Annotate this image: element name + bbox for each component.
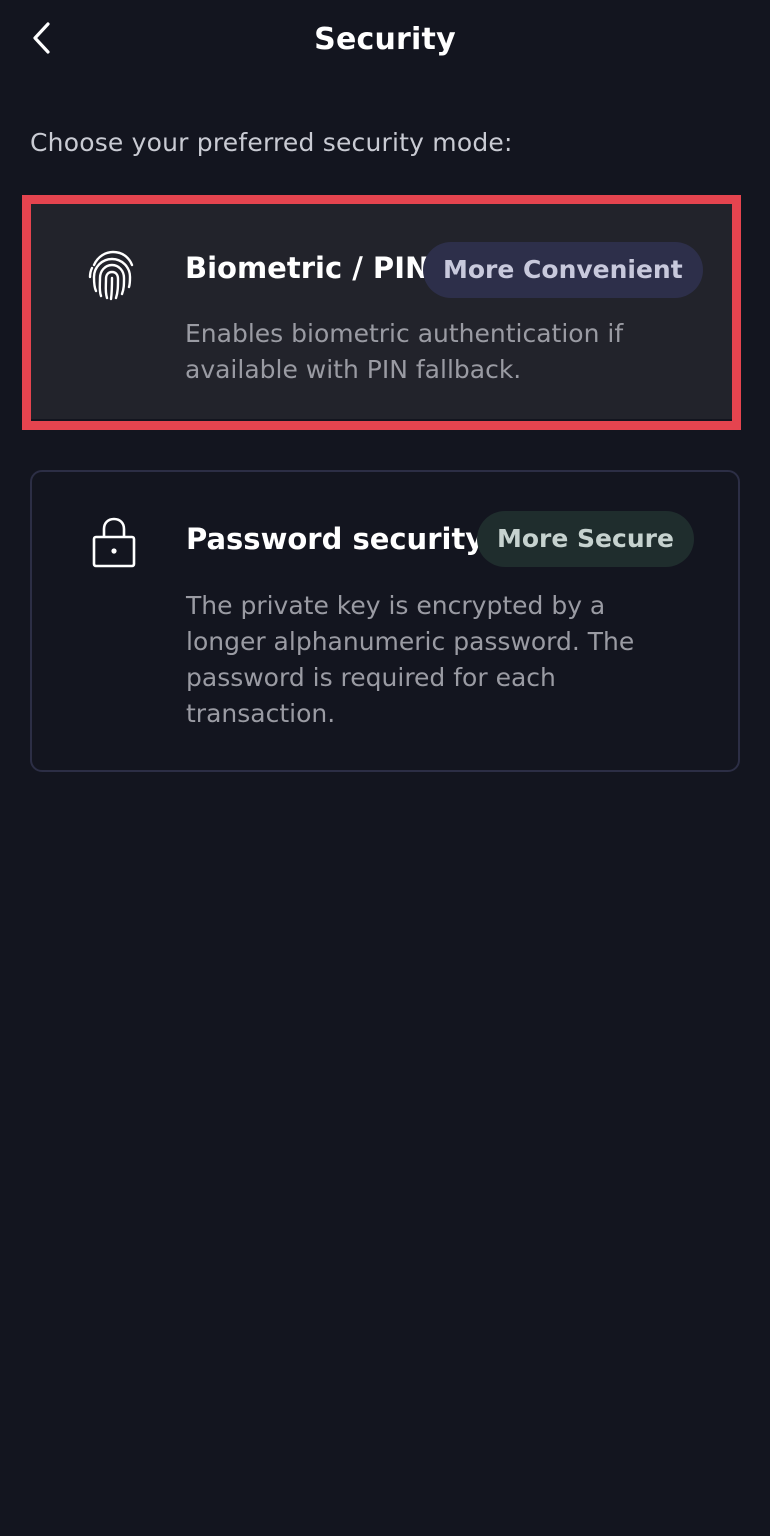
badge-more-convenient: More Convenient <box>423 242 703 298</box>
security-mode-prompt: Choose your preferred security mode: <box>30 128 513 157</box>
page-title: Security <box>314 22 456 57</box>
lock-icon <box>84 512 144 572</box>
badge-more-secure: More Secure <box>477 511 694 567</box>
option-password-security[interactable]: Password security More Secure The privat… <box>30 470 740 772</box>
option-title: Biometric / PIN <box>185 251 430 285</box>
header-bar: Security <box>0 0 770 90</box>
fingerprint-icon <box>82 245 142 305</box>
option-title: Password security <box>186 522 485 556</box>
option-description: Enables biometric authentication if avai… <box>185 319 624 384</box>
option-description: The private key is encrypted by a longer… <box>186 591 635 728</box>
option-biometric-pin[interactable]: Biometric / PIN More Convenient Enables … <box>30 203 732 419</box>
